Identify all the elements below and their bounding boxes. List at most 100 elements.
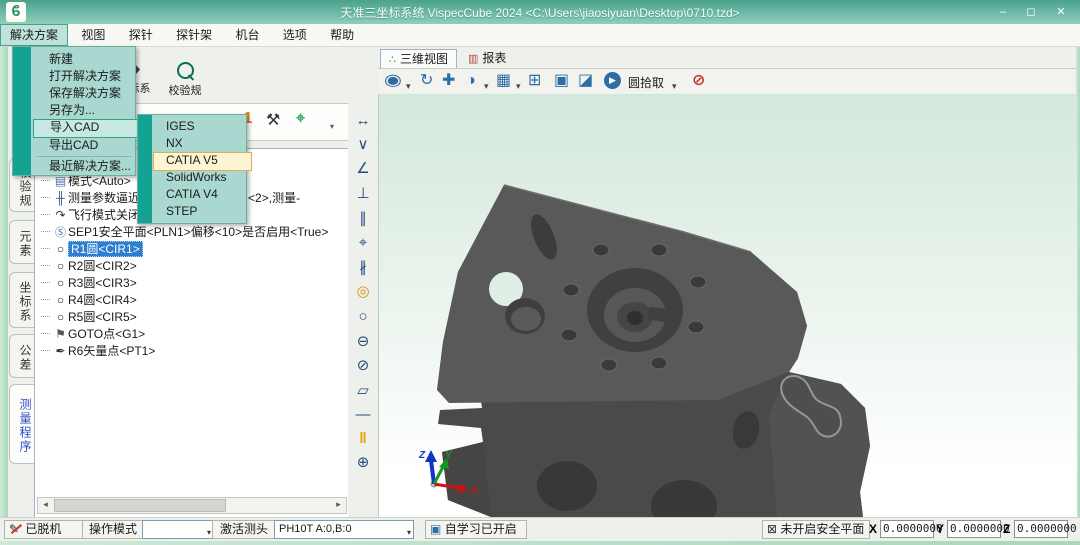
tree-item-circle-1[interactable]: ○R1圆<CIR1>: [39, 241, 345, 258]
toolbar-overflow-icon[interactable]: ▾: [330, 122, 334, 131]
menu-machine[interactable]: 机台: [225, 24, 269, 46]
symmetry-icon[interactable]: ‖: [348, 428, 378, 450]
sidebar-tab-coordsys[interactable]: 坐标系: [9, 272, 34, 328]
rotate-view-icon[interactable]: ↻: [420, 72, 433, 90]
circularity-icon[interactable]: ○: [348, 306, 378, 328]
submenu-item-catia-v4[interactable]: CATIA V4: [160, 186, 246, 203]
pick-dropdown-caret[interactable]: ▾: [672, 77, 677, 95]
runout-icon[interactable]: ⊘: [348, 355, 378, 377]
scroll-right-arrow[interactable]: ▸: [332, 499, 345, 510]
close-button[interactable]: ✕: [1050, 4, 1072, 20]
render-style-icon[interactable]: ◑: [466, 72, 476, 90]
window-titlebar: ϐ 天准三坐标系统 VispecCube 2024 <C:\Users\jiao…: [0, 0, 1080, 24]
sidebar-tab-elements[interactable]: 元素: [9, 220, 34, 264]
x-axis-label: X: [869, 522, 877, 536]
self-learn-icon: ▣: [430, 522, 441, 536]
tree-item-circle-3[interactable]: ○R3圆<CIR3>: [39, 275, 345, 292]
sidebar-tab-measure-program[interactable]: 测量程序: [9, 384, 34, 464]
tree-horizontal-scrollbar[interactable]: ◂ ▸: [37, 497, 347, 514]
angularity-icon[interactable]: ∦: [348, 257, 378, 279]
menu-item-import-cad[interactable]: 导入CAD ▶: [33, 119, 149, 138]
submenu-item-solidworks[interactable]: SolidWorks: [160, 169, 246, 186]
tree-item-circle-5[interactable]: ○R5圆<CIR5>: [39, 309, 345, 326]
tree-item-circle-2[interactable]: ○R2圆<CIR2>: [39, 258, 345, 275]
status-bar: ✎ 已脱机 操作模式 ▾ 激活测头 PH10T A:0,B:0 ▾ ▣ 自学习已…: [0, 517, 1080, 541]
menu-solution[interactable]: 解决方案: [0, 24, 68, 46]
view-eye-icon[interactable]: ◉: [384, 72, 402, 90]
op-mode-dropdown[interactable]: ▾: [142, 520, 214, 539]
profile-icon[interactable]: ∨: [348, 134, 378, 156]
self-learn-status: ▣ 自学习已开启: [425, 520, 527, 539]
distance-icon[interactable]: ↔: [348, 110, 378, 132]
pick-mode-label[interactable]: 圆拾取: [628, 74, 664, 92]
tree-item-circle-4[interactable]: ○R4圆<CIR4>: [39, 292, 345, 309]
tree-item-goto-point[interactable]: ⚑GOTO点<G1>: [39, 326, 345, 343]
render-dropdown-caret[interactable]: ▾: [484, 77, 489, 95]
menu-view[interactable]: 视图: [71, 24, 115, 46]
minimize-button[interactable]: –: [992, 4, 1014, 20]
pan-move-icon[interactable]: ✚: [442, 72, 455, 90]
menu-item-save-solution[interactable]: 保存解决方案: [41, 85, 139, 102]
submenu-item-nx[interactable]: NX: [160, 135, 246, 152]
keyway-notch: [648, 307, 668, 322]
true-position-icon[interactable]: ⊕: [348, 452, 378, 474]
offline-pencil-icon: ✎: [9, 521, 22, 538]
z-axis-label: Z: [1003, 522, 1010, 536]
menu-item-open-solution[interactable]: 打开解决方案: [41, 68, 139, 85]
scrollbar-thumb[interactable]: [54, 499, 226, 512]
safety-plane-icon: Ⓢ: [53, 225, 68, 241]
concentricity-icon[interactable]: ◎: [348, 281, 378, 303]
restore-button[interactable]: ◻: [1020, 4, 1042, 20]
probe-dropdown[interactable]: PH10T A:0,B:0 ▾: [274, 520, 414, 539]
box-select-icon[interactable]: ◪: [578, 72, 593, 90]
tree-item-safety-plane[interactable]: ⓈSEP1安全平面<PLN1>偏移<10>是否启用<True>: [39, 224, 345, 241]
menu-separator: [37, 156, 131, 157]
params-icon: ╫: [53, 190, 68, 207]
safety-plane-status: ⊠ 未开启安全平面: [762, 520, 870, 539]
zoom-fit-icon[interactable]: ⊞: [528, 72, 541, 90]
menu-item-save-as[interactable]: 另存为...: [41, 102, 139, 119]
perpendicularity-icon[interactable]: ⊥: [348, 183, 378, 205]
angle-icon[interactable]: ∠: [348, 158, 378, 180]
menu-item-recent-solutions[interactable]: 最近解决方案...: [41, 158, 139, 175]
gdt-toolbar: ↔ ∨ ∠ ⊥ ∥ ⌖ ∦ ◎ ○ ⊖ ⊘ ▱ — ‖ ⊕: [348, 100, 378, 517]
tab-3d-view[interactable]: ∴三维视图: [380, 49, 457, 68]
menu-probe-rack[interactable]: 探针架: [166, 24, 222, 46]
parallelism-icon[interactable]: ∥: [348, 208, 378, 230]
gauge-check-button[interactable]: 校验规: [160, 60, 210, 98]
sidebar-tab-tolerance[interactable]: 公差: [9, 334, 34, 378]
dropdown-caret-icon: ▾: [407, 525, 411, 541]
locate-pin-icon[interactable]: ▣: [554, 72, 569, 90]
tab-report[interactable]: ▥报表: [460, 49, 514, 67]
probe-value: PH10T A:0,B:0: [279, 523, 352, 535]
menu-help[interactable]: 帮助: [320, 24, 364, 46]
alignment-target-icon[interactable]: ⌖: [296, 110, 305, 128]
position-icon[interactable]: ⌖: [348, 232, 378, 254]
scroll-left-arrow[interactable]: ◂: [39, 499, 52, 510]
cube-dropdown-caret[interactable]: ▾: [516, 77, 521, 95]
vector-point-icon: ✒: [53, 343, 68, 360]
view-cube-icon[interactable]: ▦: [496, 72, 511, 90]
3d-viewport[interactable]: Z Y X: [378, 94, 1077, 517]
tree-item-vector-point[interactable]: ✒R6矢量点<PT1>: [39, 343, 345, 360]
menu-options[interactable]: 选项: [273, 24, 317, 46]
submenu-item-iges[interactable]: IGES: [160, 118, 246, 135]
x-coordinate-value: 0.0000000: [880, 520, 934, 538]
eye-dropdown-caret[interactable]: ▾: [406, 77, 411, 95]
flatness-icon[interactable]: ▱: [348, 380, 378, 402]
play-run-icon[interactable]: ▶: [604, 72, 621, 89]
menu-item-export-cad[interactable]: 导出CAD: [41, 137, 139, 154]
cylindricity-icon[interactable]: ⊖: [348, 331, 378, 353]
offline-status: ✎ 已脱机: [4, 520, 86, 539]
y-axis-label: Y: [936, 522, 944, 536]
submenu-item-step[interactable]: STEP: [160, 203, 246, 220]
menu-probe[interactable]: 探针: [119, 24, 163, 46]
submenu-gutter: [138, 115, 152, 223]
safety-plane-icon: ⊠: [767, 522, 777, 536]
straightness-icon[interactable]: —: [348, 404, 378, 426]
prohibit-icon[interactable]: ⊘: [692, 72, 705, 90]
menu-item-new[interactable]: 新建: [41, 51, 139, 68]
circle-feature-icon: ○: [53, 309, 68, 326]
probe-label: 激活测头: [212, 520, 276, 539]
hammer-build-icon[interactable]: ⚒: [266, 110, 280, 130]
